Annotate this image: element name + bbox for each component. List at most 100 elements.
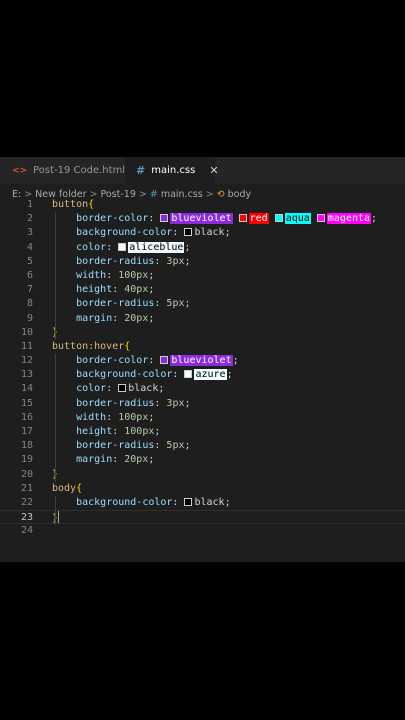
- code-text: border-radius: 5px;: [52, 439, 191, 453]
- code-line[interactable]: 10}: [0, 326, 405, 340]
- code-line[interactable]: 17 height: 100px;: [0, 425, 405, 439]
- code-token: ;: [184, 241, 191, 253]
- code-area[interactable]: 1 button{2 border-color: blueviolet red a…: [0, 198, 405, 539]
- color-swatch-icon[interactable]: [160, 214, 169, 223]
- css-property: background-color: [76, 227, 173, 239]
- line-number: 14: [20, 383, 33, 395]
- css-selector: button:hover: [52, 340, 125, 352]
- code-token: :: [112, 284, 125, 296]
- tab-bar: <> Post-19 Code.html # main.css ✕: [0, 157, 405, 184]
- color-swatch-icon[interactable]: [316, 214, 325, 223]
- code-token: :: [148, 355, 161, 367]
- code-text: background-color: black;: [52, 226, 231, 240]
- color-value: blueviolet: [170, 355, 233, 367]
- code-token: :: [106, 411, 119, 423]
- code-token: ;: [232, 355, 239, 367]
- code-token: :: [112, 426, 125, 437]
- css-file-icon: #: [136, 164, 146, 177]
- brace: {: [76, 482, 83, 494]
- code-line[interactable]: 14 color: black;: [0, 382, 405, 396]
- code-text: button:hover{: [52, 340, 130, 354]
- code-line[interactable]: 4 color: aliceblue;: [0, 241, 405, 255]
- code-token: ;: [158, 383, 165, 395]
- code-line[interactable]: 1 button{: [0, 198, 405, 212]
- tab-main-css[interactable]: # main.css ✕: [125, 157, 219, 184]
- css-property: border-radius: [76, 255, 155, 267]
- line-number: 6: [26, 269, 33, 281]
- color-swatch-icon[interactable]: [184, 497, 193, 506]
- code-line[interactable]: 5 border-radius: 3px;: [0, 255, 405, 269]
- line-number: 22: [20, 496, 33, 508]
- code-editor-window: <> Post-19 Code.html # main.css ✕ E: > N…: [0, 157, 405, 562]
- code-text: margin: 20px;: [52, 453, 154, 467]
- code-token: :: [112, 312, 125, 324]
- code-text: margin: 20px;: [52, 312, 154, 326]
- code-line[interactable]: 12 border-color: blueviolet;: [0, 354, 405, 368]
- color-swatch-icon[interactable]: [160, 356, 169, 365]
- css-property: width: [76, 411, 107, 423]
- color-swatch-icon[interactable]: [184, 370, 193, 379]
- code-line[interactable]: 7 height: 40px;: [0, 283, 405, 297]
- line-number: 17: [20, 426, 33, 437]
- color-value: blueviolet: [170, 213, 233, 225]
- color-swatch-icon[interactable]: [184, 228, 193, 237]
- css-value: 20px: [124, 454, 149, 466]
- line-number: 13: [20, 369, 33, 381]
- color-swatch-icon[interactable]: [274, 214, 283, 223]
- css-property: color: [76, 241, 107, 253]
- code-text: background-color: black;: [52, 496, 231, 510]
- code-line[interactable]: 18 border-radius: 5px;: [0, 439, 405, 453]
- css-property: border-radius: [76, 298, 155, 310]
- line-number: 7: [26, 284, 33, 296]
- code-text: button{: [52, 198, 94, 212]
- code-line[interactable]: 20}: [0, 468, 405, 482]
- code-line[interactable]: 16 width: 100px;: [0, 411, 405, 425]
- code-line[interactable]: 23}: [0, 510, 405, 525]
- line-number: 2: [26, 213, 33, 225]
- indent-guide: [55, 354, 56, 482]
- code-line[interactable]: 24: [0, 524, 405, 538]
- code-line[interactable]: 19 margin: 20px;: [0, 453, 405, 467]
- code-line[interactable]: 21 body{: [0, 482, 405, 496]
- code-token: ;: [148, 454, 155, 466]
- code-token: ;: [184, 397, 191, 409]
- css-property: height: [76, 426, 113, 437]
- code-line[interactable]: 8 border-radius: 5px;: [0, 297, 405, 311]
- code-token: ;: [184, 440, 191, 452]
- close-icon[interactable]: ✕: [209, 164, 218, 177]
- text-cursor: [58, 511, 60, 524]
- css-value: 40px: [124, 284, 149, 296]
- color-value: black: [194, 496, 225, 508]
- code-line[interactable]: 15 border-radius: 3px;: [0, 397, 405, 411]
- code-text: color: black;: [52, 382, 164, 396]
- code-line[interactable]: 9 margin: 20px;: [0, 312, 405, 326]
- line-number: 4: [26, 241, 33, 253]
- css-property: margin: [76, 454, 113, 466]
- tab-post-19-code-html[interactable]: <> Post-19 Code.html: [0, 157, 125, 184]
- color-swatch-icon[interactable]: [118, 242, 127, 251]
- code-text: border-radius: 3px;: [52, 255, 190, 269]
- line-number: 23: [20, 512, 33, 524]
- code-text: width: 100px;: [52, 411, 154, 425]
- line-number: 1: [26, 199, 33, 210]
- color-swatch-icon[interactable]: [238, 214, 247, 223]
- tab-label: main.css: [151, 165, 196, 176]
- css-property: height: [76, 284, 113, 296]
- code-line[interactable]: 22 background-color: black;: [0, 496, 405, 510]
- code-line[interactable]: 2 border-color: blueviolet red aqua mage…: [0, 212, 405, 226]
- code-line[interactable]: 11 button:hover{: [0, 340, 405, 354]
- css-property: border-color: [76, 213, 149, 225]
- indent-guide: [55, 496, 56, 525]
- code-token: :: [148, 213, 161, 225]
- color-value: black: [194, 227, 225, 239]
- color-swatch-icon[interactable]: [118, 384, 127, 393]
- tab-label: Post-19 Code.html: [33, 165, 126, 176]
- code-line[interactable]: 13 background-color: azure;: [0, 368, 405, 382]
- code-token: ;: [224, 227, 231, 239]
- code-line[interactable]: 6 width: 100px;: [0, 269, 405, 283]
- code-token: ;: [224, 496, 231, 508]
- line-number: 16: [20, 411, 33, 423]
- code-token: ;: [148, 411, 155, 423]
- code-token: :: [154, 255, 167, 267]
- code-line[interactable]: 3 background-color: black;: [0, 226, 405, 240]
